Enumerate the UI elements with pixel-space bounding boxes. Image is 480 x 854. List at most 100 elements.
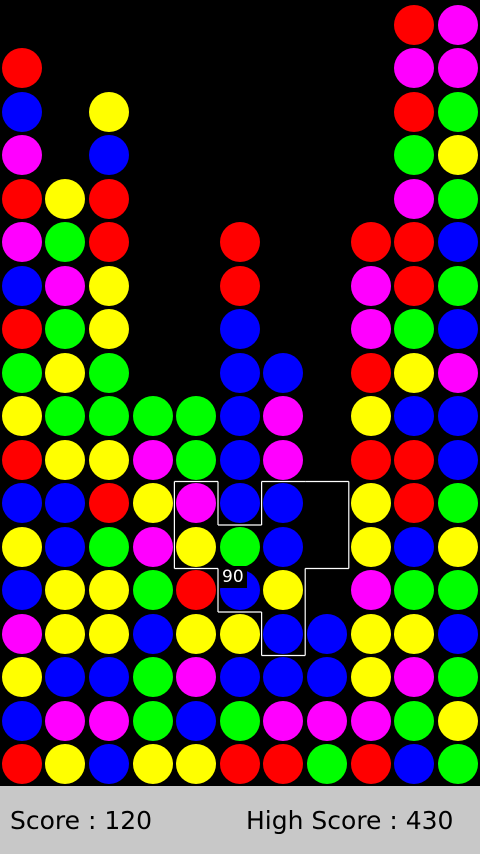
magenta-ball[interactable] (394, 48, 435, 89)
yellow-ball[interactable] (437, 526, 478, 567)
yellow-ball[interactable] (394, 613, 435, 654)
green-ball[interactable] (89, 526, 129, 567)
blue-ball[interactable] (1, 700, 42, 741)
blue-ball[interactable] (1, 91, 42, 132)
yellow-ball[interactable] (1, 396, 42, 437)
red-ball[interactable] (263, 744, 304, 785)
blue-ball[interactable] (1, 265, 42, 306)
magenta-ball[interactable] (437, 48, 478, 89)
red-ball[interactable] (350, 222, 391, 263)
yellow-ball[interactable] (45, 439, 86, 480)
red-ball[interactable] (394, 4, 435, 45)
magenta-ball[interactable] (176, 657, 217, 698)
magenta-ball[interactable] (1, 222, 42, 263)
yellow-ball[interactable] (89, 613, 129, 654)
magenta-ball[interactable] (263, 396, 304, 437)
yellow-ball[interactable] (350, 396, 391, 437)
magenta-ball[interactable] (307, 700, 347, 741)
blue-ball[interactable] (307, 657, 347, 698)
yellow-ball[interactable] (263, 570, 304, 611)
blue-ball[interactable] (219, 483, 260, 524)
blue-ball[interactable] (394, 396, 435, 437)
blue-ball[interactable] (45, 657, 86, 698)
magenta-ball[interactable] (437, 4, 478, 45)
red-ball[interactable] (219, 222, 260, 263)
magenta-ball[interactable] (1, 613, 42, 654)
red-ball[interactable] (1, 309, 42, 350)
blue-ball[interactable] (263, 613, 304, 654)
magenta-ball[interactable] (176, 483, 217, 524)
magenta-ball[interactable] (263, 439, 304, 480)
yellow-ball[interactable] (176, 744, 217, 785)
yellow-ball[interactable] (45, 178, 86, 219)
magenta-ball[interactable] (437, 352, 478, 393)
yellow-ball[interactable] (45, 352, 86, 393)
red-ball[interactable] (350, 352, 391, 393)
blue-ball[interactable] (263, 483, 304, 524)
yellow-ball[interactable] (45, 570, 86, 611)
red-ball[interactable] (394, 222, 435, 263)
magenta-ball[interactable] (350, 265, 391, 306)
magenta-ball[interactable] (350, 570, 391, 611)
blue-ball[interactable] (219, 439, 260, 480)
green-ball[interactable] (132, 570, 173, 611)
blue-ball[interactable] (1, 483, 42, 524)
green-ball[interactable] (394, 135, 435, 176)
blue-ball[interactable] (263, 657, 304, 698)
yellow-ball[interactable] (219, 613, 260, 654)
yellow-ball[interactable] (176, 613, 217, 654)
red-ball[interactable] (219, 265, 260, 306)
green-ball[interactable] (89, 352, 129, 393)
blue-ball[interactable] (89, 657, 129, 698)
green-ball[interactable] (219, 526, 260, 567)
blue-ball[interactable] (394, 526, 435, 567)
green-ball[interactable] (176, 439, 217, 480)
magenta-ball[interactable] (1, 135, 42, 176)
red-ball[interactable] (1, 48, 42, 89)
blue-ball[interactable] (219, 396, 260, 437)
green-ball[interactable] (176, 396, 217, 437)
blue-ball[interactable] (263, 526, 304, 567)
green-ball[interactable] (437, 744, 478, 785)
green-ball[interactable] (132, 657, 173, 698)
yellow-ball[interactable] (350, 483, 391, 524)
yellow-ball[interactable] (89, 265, 129, 306)
red-ball[interactable] (1, 439, 42, 480)
green-ball[interactable] (89, 396, 129, 437)
green-ball[interactable] (437, 91, 478, 132)
red-ball[interactable] (176, 570, 217, 611)
green-ball[interactable] (437, 657, 478, 698)
red-ball[interactable] (394, 439, 435, 480)
green-ball[interactable] (45, 309, 86, 350)
blue-ball[interactable] (219, 309, 260, 350)
green-ball[interactable] (394, 570, 435, 611)
red-ball[interactable] (350, 439, 391, 480)
yellow-ball[interactable] (45, 613, 86, 654)
green-ball[interactable] (394, 700, 435, 741)
magenta-ball[interactable] (263, 700, 304, 741)
yellow-ball[interactable] (350, 613, 391, 654)
yellow-ball[interactable] (132, 744, 173, 785)
green-ball[interactable] (437, 483, 478, 524)
red-ball[interactable] (394, 91, 435, 132)
red-ball[interactable] (1, 178, 42, 219)
game-board[interactable] (0, 0, 480, 786)
red-ball[interactable] (394, 265, 435, 306)
yellow-ball[interactable] (437, 135, 478, 176)
green-ball[interactable] (132, 396, 173, 437)
red-ball[interactable] (350, 744, 391, 785)
magenta-ball[interactable] (394, 657, 435, 698)
red-ball[interactable] (394, 483, 435, 524)
magenta-ball[interactable] (394, 178, 435, 219)
blue-ball[interactable] (263, 352, 304, 393)
blue-ball[interactable] (437, 613, 478, 654)
blue-ball[interactable] (89, 744, 129, 785)
red-ball[interactable] (1, 744, 42, 785)
yellow-ball[interactable] (89, 439, 129, 480)
green-ball[interactable] (132, 700, 173, 741)
blue-ball[interactable] (219, 657, 260, 698)
magenta-ball[interactable] (132, 526, 173, 567)
yellow-ball[interactable] (132, 483, 173, 524)
yellow-ball[interactable] (89, 570, 129, 611)
yellow-ball[interactable] (1, 657, 42, 698)
